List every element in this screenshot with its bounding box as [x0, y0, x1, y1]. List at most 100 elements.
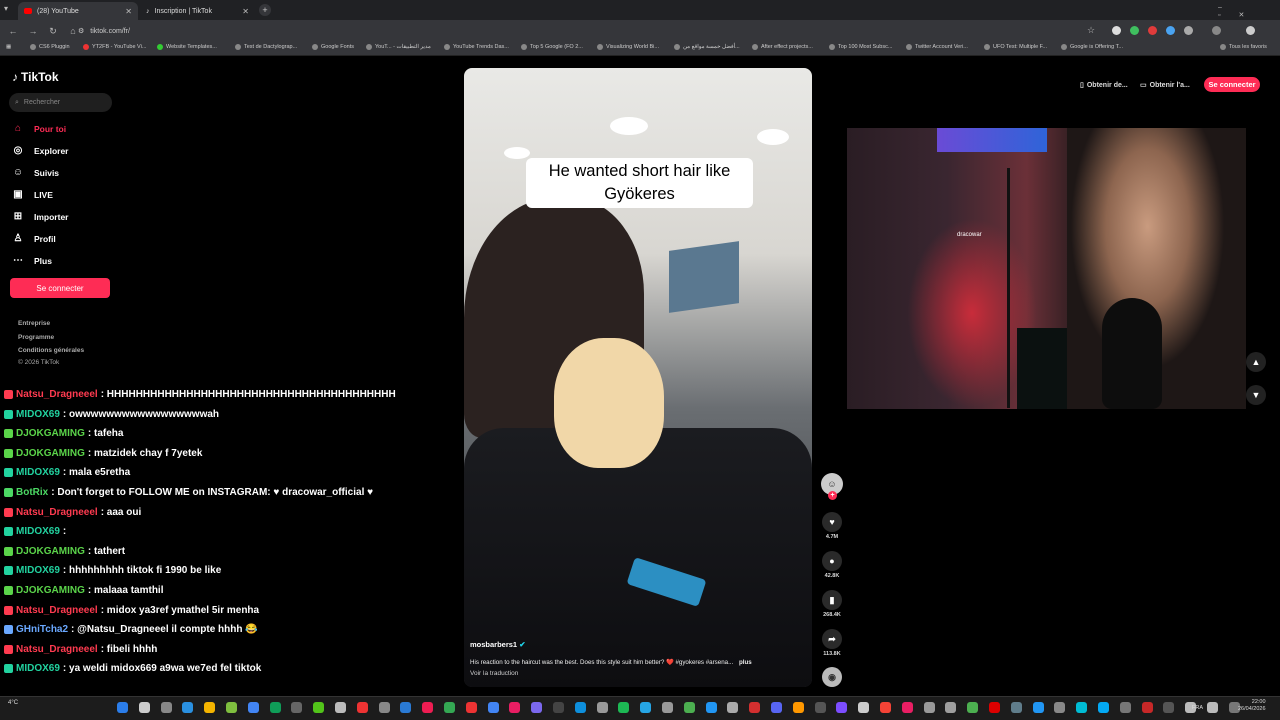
all-bookmarks[interactable]: Tous les favoris — [1220, 44, 1267, 50]
taskbar-app-icon[interactable] — [400, 702, 412, 713]
taskbar-app-icon[interactable] — [1010, 702, 1022, 713]
taskbar-app-icon[interactable] — [596, 702, 608, 713]
login-button-top[interactable]: Se connecter — [1204, 77, 1260, 92]
taskbar-app-icon[interactable] — [226, 702, 237, 713]
tiktok-logo[interactable]: ♪ TikTok — [12, 70, 59, 84]
taskbar-app-icon[interactable] — [1054, 702, 1066, 713]
chat-username[interactable]: MIDOX69 — [16, 467, 60, 478]
bookmark-item[interactable]: Test de Dactylograp... — [235, 44, 297, 50]
chat-username[interactable]: Natsu_Dragneeel — [16, 389, 98, 400]
like-button[interactable]: ♥ 4.7M — [820, 512, 844, 540]
bookmark-item[interactable]: أفضل خمسة مواقع من... — [674, 44, 740, 50]
taskbar-app-icon[interactable] — [313, 702, 325, 713]
taskbar-app-icon[interactable] — [1141, 702, 1153, 713]
more-link[interactable]: plus — [739, 659, 752, 666]
chat-username[interactable]: DJOKGAMING — [16, 546, 85, 557]
tab-youtube[interactable]: (28) YouTube ✕ — [18, 2, 138, 20]
taskbar-app-icon[interactable] — [1076, 702, 1088, 713]
taskbar-app-icon[interactable] — [792, 702, 804, 713]
taskbar-app-icon[interactable] — [574, 702, 586, 713]
chat-username[interactable]: BotRix — [16, 487, 48, 498]
extension-icon[interactable] — [1112, 26, 1121, 35]
clock[interactable]: 22:00 26/04/2026 — [1238, 699, 1266, 713]
taskbar-app-icon[interactable] — [749, 702, 761, 713]
chat-username[interactable]: Natsu_Dragneeel — [16, 605, 98, 616]
taskbar-app-icon[interactable] — [204, 702, 216, 713]
taskbar-app-icon[interactable] — [553, 702, 564, 713]
star-icon[interactable]: ☆ — [1087, 25, 1095, 36]
window-controls[interactable]: –▫✕ — [1218, 4, 1280, 19]
reload-icon[interactable]: ↻ — [46, 24, 60, 38]
nav-pour-toi[interactable]: ⌂ Pour toi — [12, 123, 66, 134]
nav-profil[interactable]: ♙ Profil — [12, 233, 56, 244]
video-author[interactable]: mosbarbers1 ✔ — [470, 640, 526, 649]
bookmark-item[interactable]: CS6 Pluggin — [30, 44, 70, 50]
music-disc[interactable]: ◉ — [820, 667, 844, 689]
translate-link[interactable]: Voir la traduction — [470, 670, 518, 677]
taskbar-app-icon[interactable] — [335, 702, 346, 713]
taskbar-app-icon[interactable] — [422, 702, 434, 713]
extension-icon[interactable] — [1166, 26, 1175, 35]
taskbar-app-icon[interactable] — [182, 702, 194, 713]
taskbar-app-icon[interactable] — [247, 702, 259, 713]
footer-link[interactable]: Entreprise — [18, 320, 50, 327]
taskbar-app-icon[interactable] — [1207, 702, 1218, 713]
taskbar-app-icon[interactable] — [138, 702, 150, 713]
nav-plus[interactable]: ⋯ Plus — [12, 255, 52, 266]
taskbar-app-icon[interactable] — [487, 702, 499, 713]
previous-video-button[interactable]: ▲ — [1246, 352, 1266, 372]
tab-tiktok[interactable]: ♪ Inscription | TikTok ✕ — [140, 2, 255, 20]
taskbar-app-icon[interactable] — [901, 702, 913, 713]
search-input[interactable]: ⌕ Rechercher — [9, 93, 112, 112]
get-pc-app-button[interactable]: ▭ Obtenir l'a... — [1140, 78, 1190, 92]
nav-importer[interactable]: ⊞ Importer — [12, 211, 69, 222]
taskbar-app-icon[interactable] — [509, 702, 521, 713]
taskbar-app-icon[interactable] — [945, 702, 957, 713]
taskbar-app-icon[interactable] — [836, 702, 848, 713]
taskbar-app-icon[interactable] — [727, 702, 739, 713]
get-app-button[interactable]: ▯ Obtenir de... — [1080, 78, 1128, 92]
taskbar-app-icon[interactable] — [444, 702, 455, 713]
bookmark-item[interactable]: Twitter Account Veri... — [906, 44, 968, 50]
login-button[interactable]: Se connecter — [10, 278, 110, 298]
weather-widget[interactable]: 4°C — [8, 700, 18, 706]
nav-live[interactable]: ▣ LIVE — [12, 189, 53, 200]
footer-link[interactable]: Programme — [18, 334, 54, 341]
bookmark-item[interactable]: YT2FB - YouTube Vi... — [83, 44, 146, 50]
bookmark-item[interactable]: After effect projects... — [752, 44, 813, 50]
taskbar-app-icon[interactable] — [814, 702, 826, 713]
profile-avatar[interactable] — [1246, 26, 1255, 35]
taskbar-app-icon[interactable] — [618, 702, 630, 713]
share-button[interactable]: ➦ 113.8K — [820, 629, 844, 657]
bookmark-item[interactable]: Top 100 Most Subsc... — [829, 44, 892, 50]
bookmark-item[interactable]: Top 5 Google (FO 2... — [521, 44, 583, 50]
bookmark-item[interactable]: YouT... - مدير التطبيقات — [366, 44, 431, 50]
chat-username[interactable]: DJOKGAMING — [16, 428, 85, 439]
taskbar-app-icon[interactable] — [378, 702, 390, 713]
close-icon[interactable]: ✕ — [125, 7, 132, 16]
back-icon[interactable]: ← — [6, 24, 20, 38]
taskbar-app-icon[interactable] — [117, 702, 128, 713]
chat-username[interactable]: Natsu_Dragneeel — [16, 507, 98, 518]
comment-button[interactable]: ● 42.8K — [820, 551, 844, 579]
footer-link[interactable]: Conditions générales — [18, 347, 84, 354]
taskbar-app-icon[interactable] — [640, 702, 652, 713]
taskbar-app-icon[interactable] — [683, 702, 695, 713]
creator-avatar[interactable]: ☺ + — [820, 473, 844, 500]
taskbar-app-icon[interactable] — [1098, 702, 1109, 713]
chat-username[interactable]: MIDOX69 — [16, 409, 60, 420]
new-tab-button[interactable]: + — [259, 4, 271, 16]
taskbar-app-icon[interactable] — [771, 702, 782, 713]
chat-username[interactable]: MIDOX69 — [16, 565, 60, 576]
close-icon[interactable]: ✕ — [242, 7, 249, 16]
extension-icon[interactable] — [1184, 26, 1193, 35]
taskbar-app-icon[interactable] — [1119, 702, 1131, 713]
extension-icon[interactable] — [1148, 26, 1157, 35]
bookmark-button[interactable]: ▮ 268.4K — [820, 590, 844, 618]
taskbar-app-icon[interactable] — [989, 702, 1000, 713]
taskbar-app-icon[interactable] — [923, 702, 935, 713]
nav-explorer[interactable]: ◎ Explorer — [12, 145, 69, 156]
site-info-icon[interactable]: ⚙ — [78, 27, 84, 35]
url-field[interactable]: ⚙ tiktok.com/fr/ — [78, 24, 1078, 38]
extension-icon[interactable] — [1130, 26, 1139, 35]
